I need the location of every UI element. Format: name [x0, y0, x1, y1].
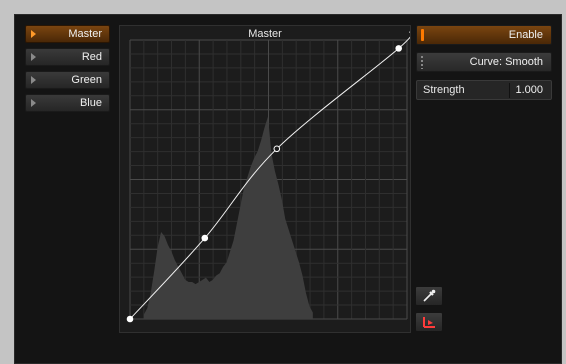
control-point[interactable] [126, 315, 134, 323]
expand-triangle-icon [31, 76, 36, 84]
channel-master-button[interactable]: Master [25, 25, 110, 43]
channel-label: Green [71, 74, 102, 86]
graph-title: Master [248, 28, 282, 40]
enable-label: Enable [508, 29, 543, 41]
control-point[interactable] [273, 145, 281, 153]
strength-field[interactable]: Strength 1.000 [416, 80, 552, 100]
eyedropper-button[interactable] [415, 286, 443, 306]
reset-curve-icon [423, 317, 435, 328]
grip-dots-icon [421, 56, 423, 69]
channel-blue-button[interactable]: Blue [25, 94, 110, 112]
enable-indicator-icon [421, 29, 424, 41]
channel-label: Blue [79, 97, 102, 109]
enable-button[interactable]: Enable [416, 25, 552, 45]
curve-graph[interactable]: Master [119, 25, 411, 333]
expand-triangle-icon [31, 53, 36, 61]
expand-triangle-icon [31, 30, 36, 38]
channel-green-button[interactable]: Green [25, 71, 110, 89]
curve-canvas[interactable] [120, 26, 410, 332]
curve-mode-button[interactable]: Curve: Smooth [416, 52, 552, 72]
histogram [143, 116, 313, 319]
curves-panel: Master Red Green Blue Master Enable Curv… [14, 14, 562, 364]
channel-label: Master [68, 28, 102, 40]
divider [509, 83, 510, 98]
expand-triangle-icon [31, 99, 36, 107]
reset-curve-button[interactable] [415, 312, 443, 332]
control-point[interactable] [395, 45, 402, 52]
channel-red-button[interactable]: Red [25, 48, 110, 66]
strength-label: Strength [423, 84, 465, 96]
control-point[interactable] [201, 234, 209, 242]
eyedropper-icon [423, 289, 436, 302]
channel-label: Red [81, 51, 102, 63]
curve-mode-label: Curve: Smooth [469, 56, 543, 68]
strength-value[interactable]: 1.000 [515, 84, 543, 96]
